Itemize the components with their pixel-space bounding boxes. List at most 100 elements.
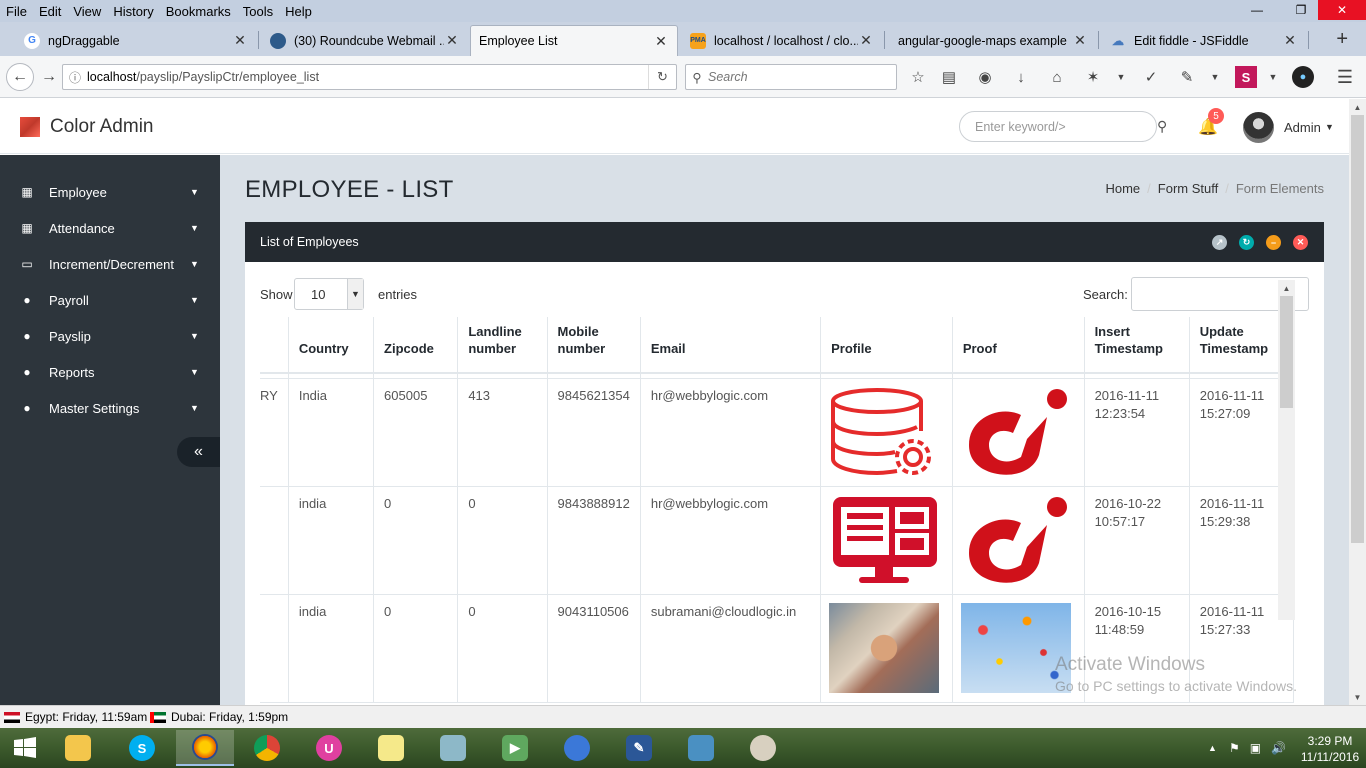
menu-file[interactable]: File: [0, 4, 33, 19]
taskbar-app-shoe[interactable]: [424, 730, 482, 766]
tool-icon[interactable]: ✎: [1176, 66, 1198, 88]
address-bar[interactable]: ⓘ localhost/payslip/PayslipCtr/employee_…: [62, 64, 677, 90]
scrollbar-thumb[interactable]: [1351, 115, 1364, 543]
entries-length-select[interactable]: 10 ▼: [294, 278, 364, 310]
tab-angular-google-maps[interactable]: angular-google-maps example ✕: [890, 25, 1096, 56]
reload-icon[interactable]: ↻: [648, 65, 676, 89]
column-header[interactable]: [260, 317, 289, 374]
user-name[interactable]: Admin: [1284, 120, 1321, 135]
column-header-insert-timestamp[interactable]: Insert Timestamp: [1084, 317, 1190, 374]
close-panel-icon[interactable]: ✕: [1293, 235, 1308, 250]
taskbar-file-explorer[interactable]: [49, 730, 107, 766]
menu-edit[interactable]: Edit: [33, 4, 67, 19]
clock-dubai[interactable]: Dubai: Friday, 1:59pm: [150, 710, 288, 724]
color-picker-icon[interactable]: ●: [1292, 66, 1314, 88]
sidebar-item-employee[interactable]: ▦ Employee ▼: [0, 174, 220, 210]
column-header-proof[interactable]: Proof: [952, 317, 1085, 374]
dj-logo-image[interactable]: [961, 387, 1071, 477]
taskbar-skype[interactable]: S: [113, 730, 171, 766]
tray-expand-icon[interactable]: ▲: [1208, 743, 1217, 753]
forward-arrow-icon[interactable]: →: [36, 64, 62, 90]
volume-icon[interactable]: 🔊: [1271, 741, 1286, 755]
menu-history[interactable]: History: [107, 4, 159, 19]
home-icon[interactable]: ⌂: [1046, 66, 1068, 88]
firebug-icon[interactable]: ✶: [1082, 66, 1104, 88]
avatar[interactable]: [1243, 112, 1274, 143]
dj-logo-image[interactable]: [961, 495, 1071, 585]
table-row[interactable]: india 0 0 9843888912 hr@webbylogic.com 2…: [260, 486, 1294, 595]
taskbar-document[interactable]: ✎: [610, 730, 668, 766]
tab-ngdraggable[interactable]: G ngDraggable ✕: [16, 25, 256, 56]
menu-tools[interactable]: Tools: [237, 4, 279, 19]
window-close-icon[interactable]: ✕: [1318, 0, 1366, 20]
scrollbar-thumb[interactable]: [1280, 296, 1293, 408]
back-arrow-icon[interactable]: ←: [6, 63, 34, 91]
sidebar-item-reports[interactable]: ● Reports ▼: [0, 354, 220, 390]
sidebar-item-master-settings[interactable]: ● Master Settings ▼: [0, 390, 220, 426]
column-header-mobile[interactable]: Mobile number: [547, 317, 641, 374]
taskbar-paint[interactable]: [734, 730, 792, 766]
table-row[interactable]: RY India 605005 413 9845621354 hr@webbyl…: [260, 378, 1294, 487]
reload-icon[interactable]: ↻: [1239, 235, 1254, 250]
dropdown-icon[interactable]: ▼: [1204, 66, 1226, 88]
restore-icon[interactable]: ❐: [1286, 0, 1316, 20]
close-icon[interactable]: ✕: [1282, 32, 1298, 49]
monitor-dashboard-image[interactable]: [829, 495, 939, 585]
team-hands-photo[interactable]: [829, 602, 940, 693]
dropdown-icon[interactable]: ▼: [1262, 66, 1284, 88]
column-header-zipcode[interactable]: Zipcode: [373, 317, 459, 374]
info-icon[interactable]: ⓘ: [63, 69, 87, 86]
clock-egypt[interactable]: Egypt: Friday, 11:59am: [4, 710, 147, 724]
minimize-icon[interactable]: —: [1242, 0, 1272, 20]
sidebar-item-payslip[interactable]: ● Payslip ▼: [0, 318, 220, 354]
taskbar-firefox[interactable]: [176, 730, 234, 766]
browser-search-input[interactable]: ⚲ Search: [685, 64, 897, 90]
taskbar-chrome[interactable]: [238, 730, 296, 766]
eyedropper-icon[interactable]: ✓: [1140, 66, 1162, 88]
pocket-icon[interactable]: ◉: [974, 66, 996, 88]
minimize-panel-icon[interactable]: −: [1266, 235, 1281, 250]
search-icon[interactable]: ⚲: [1157, 118, 1167, 135]
page-vertical-scrollbar[interactable]: ▲ ▼: [1349, 99, 1366, 705]
column-header-profile[interactable]: Profile: [820, 317, 953, 374]
menu-view[interactable]: View: [67, 4, 107, 19]
close-icon[interactable]: ✕: [232, 32, 248, 49]
keyword-search-input[interactable]: Enter keyword/>: [959, 111, 1157, 142]
menu-bookmarks[interactable]: Bookmarks: [160, 4, 237, 19]
sidebar-item-payroll[interactable]: ● Payroll ▼: [0, 282, 220, 318]
download-icon[interactable]: ↓: [1010, 66, 1032, 88]
bookmark-star-icon[interactable]: ☆: [907, 66, 929, 88]
menu-help[interactable]: Help: [279, 4, 318, 19]
s-extension-icon[interactable]: S: [1235, 66, 1257, 88]
breadcrumb-home[interactable]: Home: [1105, 181, 1140, 196]
network-icon[interactable]: ▣: [1250, 741, 1261, 755]
hamburger-menu-icon[interactable]: ☰: [1334, 66, 1356, 88]
chevron-down-icon[interactable]: ▼: [347, 279, 363, 309]
caret-down-icon[interactable]: ▼: [1325, 122, 1334, 132]
tab-roundcube[interactable]: (30) Roundcube Webmail ... ✕: [262, 25, 468, 56]
close-icon[interactable]: ✕: [858, 32, 874, 49]
taskbar-photos[interactable]: [672, 730, 730, 766]
taskbar-app-pink[interactable]: U: [300, 730, 358, 766]
database-gear-image[interactable]: [829, 387, 939, 477]
breadcrumb-form-stuff[interactable]: Form Stuff: [1158, 181, 1218, 196]
dropdown-icon[interactable]: ▼: [1110, 66, 1132, 88]
expand-icon[interactable]: ↗: [1212, 235, 1227, 250]
column-header-landline[interactable]: Landline number: [457, 317, 548, 374]
brand-name[interactable]: Color Admin: [50, 116, 154, 138]
sidebar-collapse-button[interactable]: «: [177, 437, 220, 467]
start-button[interactable]: [0, 730, 50, 766]
reading-list-icon[interactable]: ▤: [938, 66, 960, 88]
scroll-up-icon[interactable]: ▲: [1278, 280, 1295, 296]
tab-phpmyadmin[interactable]: PMA localhost / localhost / clo... ✕: [682, 25, 882, 56]
close-icon[interactable]: ✕: [653, 33, 669, 50]
taskbar-media[interactable]: ▶: [486, 730, 544, 766]
tab-employee-list[interactable]: Employee List ✕: [470, 25, 678, 56]
taskbar-sticky-notes[interactable]: [362, 730, 420, 766]
tab-jsfiddle[interactable]: ☁ Edit fiddle - JSFiddle ✕: [1102, 25, 1306, 56]
column-header-country[interactable]: Country: [288, 317, 375, 374]
taskbar-clock[interactable]: 3:29 PM 11/11/2016: [1298, 733, 1362, 765]
close-icon[interactable]: ✕: [1072, 32, 1088, 49]
table-vertical-scrollbar[interactable]: ▲: [1278, 280, 1295, 620]
flag-icon[interactable]: ⚑: [1229, 741, 1240, 755]
